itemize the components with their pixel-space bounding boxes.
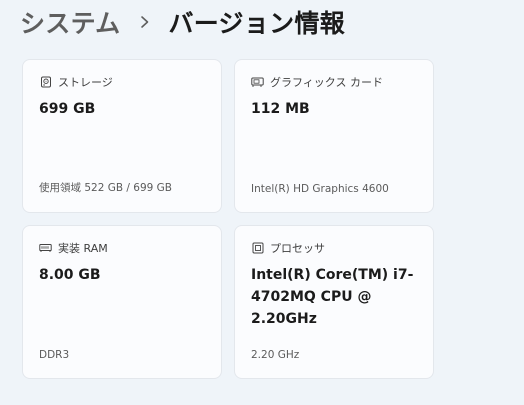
storage-card-title: ストレージ (58, 76, 113, 89)
storage-card-header: ストレージ (39, 75, 113, 89)
processor-card-header: プロセッサ (251, 241, 325, 255)
graphics-card-sub: Intel(R) HD Graphics 4600 (251, 183, 389, 195)
hard-drive-icon (39, 76, 52, 89)
storage-card-sub: 使用領域 522 GB / 699 GB (39, 182, 172, 194)
graphics-card: グラフィックス カード 112 MB Intel(R) HD Graphics … (234, 59, 434, 213)
storage-card-value: 699 GB (39, 101, 96, 117)
processor-card-title: プロセッサ (270, 242, 325, 255)
processor-card-sub: 2.20 GHz (251, 349, 300, 361)
memory-icon (39, 242, 52, 255)
breadcrumb: システム バージョン情報 (20, 4, 345, 40)
graphics-card-icon (251, 76, 264, 89)
graphics-card-header: グラフィックス カード (251, 75, 383, 89)
ram-card: 実装 RAM 8.00 GB DDR3 (22, 225, 222, 379)
chevron-right-icon (132, 12, 158, 32)
ram-card-title: 実装 RAM (58, 242, 108, 255)
processor-card: プロセッサ Intel(R) Core(TM) i7-4702MQ CPU @ … (234, 225, 434, 379)
ram-card-sub: DDR3 (39, 349, 70, 361)
graphics-card-title: グラフィックス カード (270, 76, 383, 89)
processor-card-value: Intel(R) Core(TM) i7-4702MQ CPU @ 2.20GH… (251, 267, 414, 327)
ram-card-value: 8.00 GB (39, 267, 101, 283)
page-title: バージョン情報 (168, 9, 346, 38)
ram-card-header: 実装 RAM (39, 241, 108, 255)
processor-icon (251, 242, 264, 255)
graphics-card-value: 112 MB (251, 101, 310, 117)
breadcrumb-parent-system[interactable]: システム (20, 4, 120, 40)
storage-card: ストレージ 699 GB 使用領域 522 GB / 699 GB (22, 59, 222, 213)
